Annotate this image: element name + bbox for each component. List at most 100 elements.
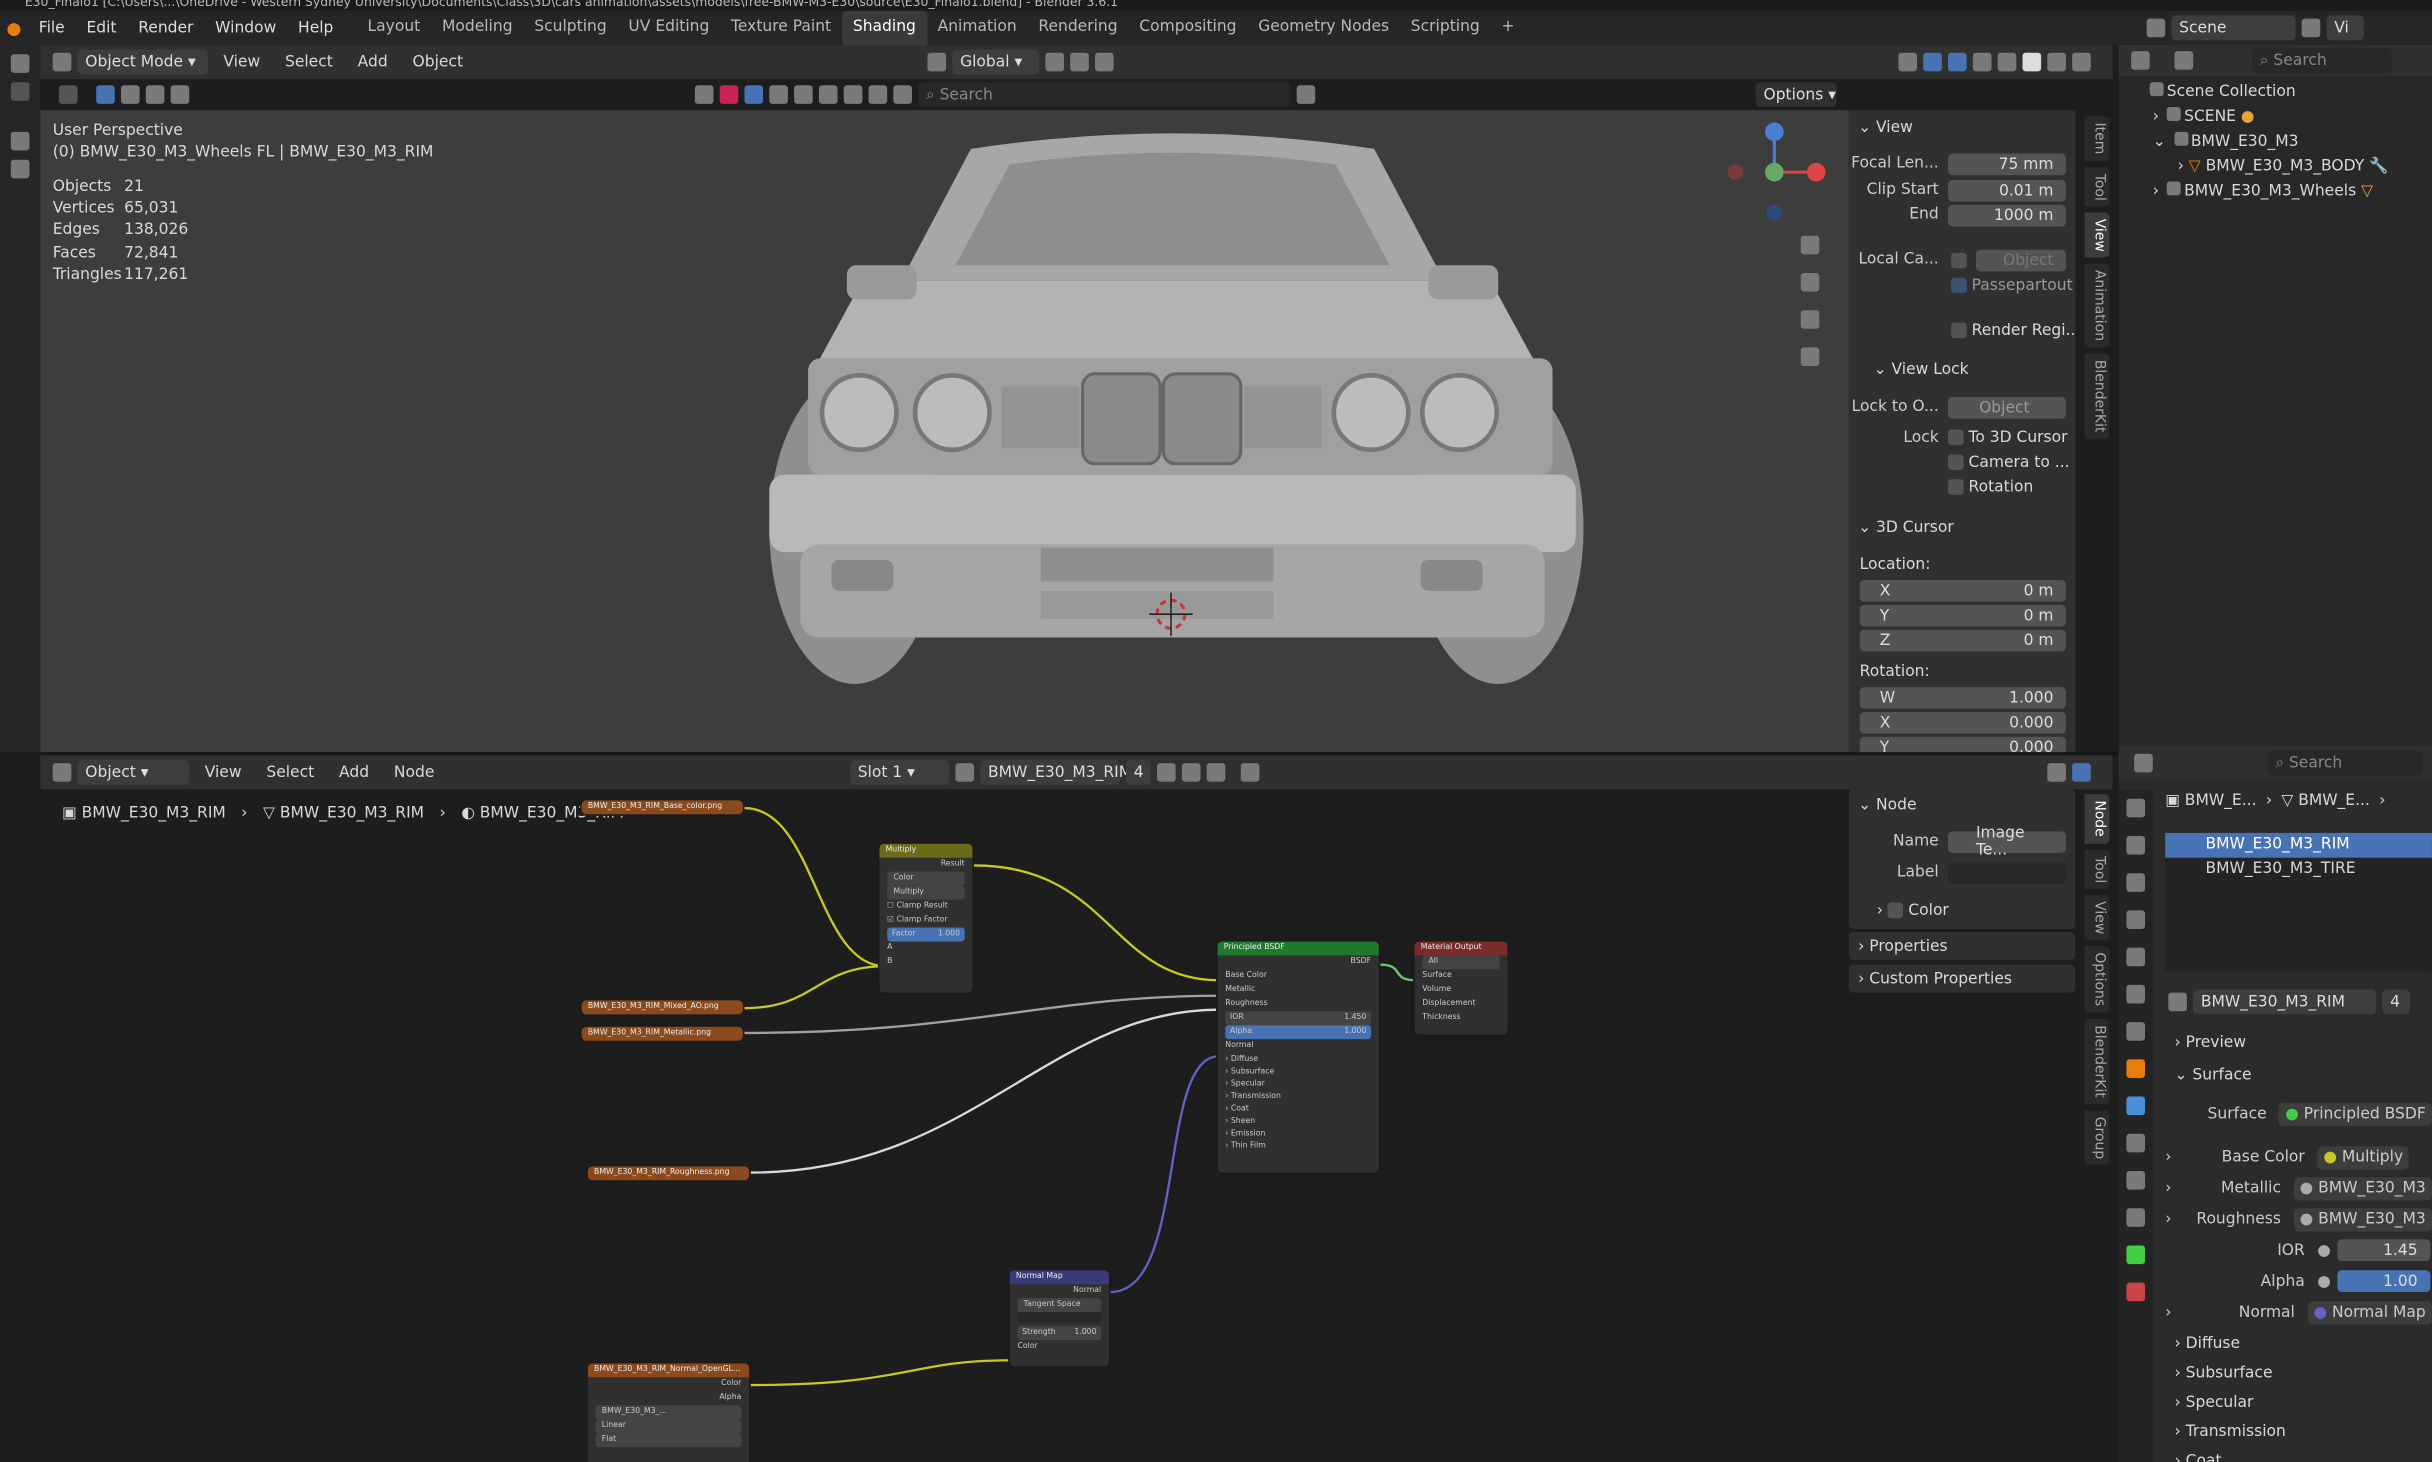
tab-blenderkit[interactable]: BlenderKit — [2084, 353, 2110, 440]
proportional-edit-icon[interactable] — [1095, 52, 1114, 72]
meta-filter-icon[interactable] — [818, 85, 838, 104]
select-box-icon[interactable] — [58, 85, 78, 104]
interpolation-dropdown[interactable]: Linear — [588, 1419, 749, 1434]
properties-search-input[interactable]: ⌕ Search — [2267, 750, 2423, 776]
cursor-z-field[interactable]: Z 0 m — [1859, 629, 2066, 652]
base-color-image-node[interactable]: BMW_E30_M3_RIM_Base_color.png — [580, 798, 745, 816]
lock-camera-toggle[interactable]: Camera to ... — [1948, 454, 2070, 472]
tree-row-body[interactable]: › ▽ BMW_E30_M3_BODY 🔧 — [2119, 155, 2432, 180]
clip-start-field[interactable]: 0.01 m — [1948, 179, 2066, 202]
tab-tool[interactable]: Tool — [2084, 166, 2110, 207]
node-section-header[interactable]: ⌄ Node — [1858, 797, 1916, 814]
multiply-node[interactable]: Multiply Result Color Multiply ☐ Clamp R… — [877, 842, 975, 995]
mode-subtract-icon[interactable] — [145, 85, 165, 104]
panel-specular[interactable]: › Specular — [1218, 1078, 1379, 1090]
node-overlay-icon[interactable] — [2072, 763, 2091, 782]
panel-diffuse[interactable]: › Diffuse — [1218, 1053, 1379, 1065]
transform-orientation-icon[interactable] — [927, 52, 947, 72]
local-camera-checkbox[interactable] — [1951, 252, 1967, 269]
projection-dropdown[interactable]: Flat — [588, 1433, 749, 1448]
tab-rendering[interactable]: Rendering — [1028, 11, 1129, 45]
tab-layout[interactable]: Layout — [357, 11, 431, 45]
3d-viewport[interactable]: User Perspective (0) BMW_E30_M3_Wheels F… — [40, 110, 1849, 753]
tree-row-bmw-e30-m3[interactable]: ⌄ BMW_E30_M3 — [2119, 130, 2432, 155]
local-camera-object-field[interactable]: Object — [1975, 249, 2066, 272]
tab-uv-editing[interactable]: UV Editing — [618, 11, 721, 45]
tab-options[interactable]: Options — [2084, 946, 2110, 1013]
scene-selector[interactable]: Scene — [2171, 15, 2296, 41]
sub-coat[interactable]: › Coat — [2175, 1453, 2222, 1462]
blend-mode-dropdown[interactable]: Multiply — [879, 885, 972, 900]
target-dropdown[interactable]: All — [1415, 955, 1508, 970]
material-output-node[interactable]: Material Output All Surface Volume Displ… — [1412, 939, 1510, 1037]
node-name-field[interactable]: Image Te... — [1948, 825, 2066, 859]
tab-item[interactable]: Item — [2084, 116, 2110, 161]
collection-tab-icon[interactable] — [2126, 1022, 2146, 1041]
tab-view[interactable]: View — [2084, 212, 2110, 258]
image-file-field[interactable]: BMW_E30_M3_... — [588, 1405, 749, 1420]
ior-field[interactable]: IOR 1.450 — [1218, 1011, 1379, 1026]
snap-icon[interactable] — [1070, 52, 1089, 72]
lock-to-object-field[interactable]: Object — [1948, 397, 2066, 419]
node-menu-select[interactable]: Select — [254, 764, 327, 781]
curve-filter-icon[interactable] — [769, 85, 788, 104]
cursor-w-field[interactable]: W 1.000 — [1859, 687, 2066, 709]
mode-extend-icon[interactable] — [120, 85, 140, 104]
outliner-type-icon[interactable] — [2131, 51, 2150, 70]
menu-render[interactable]: Render — [127, 19, 204, 36]
sub-transmission[interactable]: › Transmission — [2175, 1424, 2286, 1441]
node-menu-view[interactable]: View — [192, 764, 254, 781]
surface-shader-field[interactable]: ● Principled BSDF — [2279, 1101, 2432, 1126]
tab-node-tool[interactable]: Tool — [2084, 849, 2110, 889]
normal-image-node[interactable]: BMW_E30_M3_RIM_Normal_OpenGL... Color Al… — [586, 1361, 751, 1462]
viewport-menu-object[interactable]: Object — [400, 54, 475, 71]
cursor-rx-field[interactable]: X 0.000 — [1859, 711, 2066, 734]
metallic-image-node[interactable]: BMW_E30_M3_RIM_Metallic.png — [580, 1025, 745, 1043]
mixed-ao-image-node[interactable]: BMW_E30_M3_RIM_Mixed_AO.png — [580, 998, 745, 1016]
ortho-grid-icon[interactable] — [1800, 347, 1820, 367]
scene-tab-icon[interactable] — [2126, 947, 2146, 967]
menu-help[interactable]: Help — [287, 19, 344, 36]
mesh-filter-icon[interactable] — [744, 85, 764, 104]
physics-tab-icon[interactable] — [2126, 1171, 2146, 1190]
panel-sheen[interactable]: › Sheen — [1218, 1115, 1379, 1127]
view-layer-selector[interactable]: Vi — [2326, 15, 2364, 41]
toolbar-toggle-icon[interactable] — [10, 54, 30, 73]
properties-users-count[interactable]: 4 — [2382, 989, 2411, 1015]
shader-type-selector[interactable]: Object ▾ — [77, 759, 190, 785]
prop-value-field[interactable]: ● BMW_E30_M3 — [2293, 1207, 2432, 1231]
tab-node-view[interactable]: View — [2084, 894, 2110, 941]
node-editor-type-icon[interactable] — [52, 763, 72, 782]
material-users-count[interactable]: 4 — [1126, 759, 1151, 785]
world-tab-icon[interactable] — [2126, 984, 2146, 1004]
particles-tab-icon[interactable] — [2126, 1133, 2146, 1153]
add-workspace-icon[interactable]: + — [1491, 11, 1526, 45]
surface-filter-icon[interactable] — [794, 85, 813, 104]
tree-row-wheels[interactable]: › BMW_E30_M3_Wheels ▽ — [2119, 180, 2432, 205]
node-color-toggle[interactable]: › Color — [1877, 902, 1949, 920]
passepartout-toggle[interactable]: Passepartout — [1951, 277, 2073, 295]
duplicate-material-icon[interactable] — [1181, 763, 1201, 782]
space-dropdown[interactable]: Tangent Space — [1010, 1298, 1109, 1313]
material-name-field[interactable]: BMW_E30_M3_RIM — [980, 759, 1132, 785]
view-lock-header[interactable]: ⌄ View Lock — [1874, 361, 1969, 378]
clamp-factor-checkbox[interactable]: ☑ Clamp Factor — [879, 914, 972, 928]
select-tool-icon[interactable] — [10, 82, 30, 101]
slot-tire[interactable]: BMW_E30_M3_TIRE — [2165, 858, 2432, 883]
display-mode-icon[interactable] — [2174, 51, 2194, 70]
outliner-search-input[interactable]: ⌕ Search — [2252, 48, 2392, 73]
pivot-icon[interactable] — [1045, 52, 1064, 72]
sub-subsurface[interactable]: › Subsurface — [2175, 1365, 2273, 1382]
rendered-shading-icon[interactable] — [2072, 52, 2091, 72]
normal-map-node[interactable]: Normal Map Normal Tangent Space Strength… — [1008, 1268, 1111, 1368]
navigation-gizmo[interactable] — [1723, 118, 1832, 227]
lattice-filter-icon[interactable] — [893, 85, 912, 104]
sub-diffuse[interactable]: › Diffuse — [2175, 1335, 2241, 1352]
properties-type-icon[interactable] — [2134, 753, 2153, 773]
material-shading-icon[interactable] — [2047, 52, 2066, 72]
viewport-menu-add[interactable]: Add — [345, 54, 400, 71]
panel-emission[interactable]: › Emission — [1218, 1128, 1379, 1140]
prop-value-field[interactable]: ● Multiply — [2317, 1145, 2410, 1169]
menu-window[interactable]: Window — [204, 19, 287, 36]
clamp-result-checkbox[interactable]: ☐ Clamp Result — [879, 900, 972, 914]
